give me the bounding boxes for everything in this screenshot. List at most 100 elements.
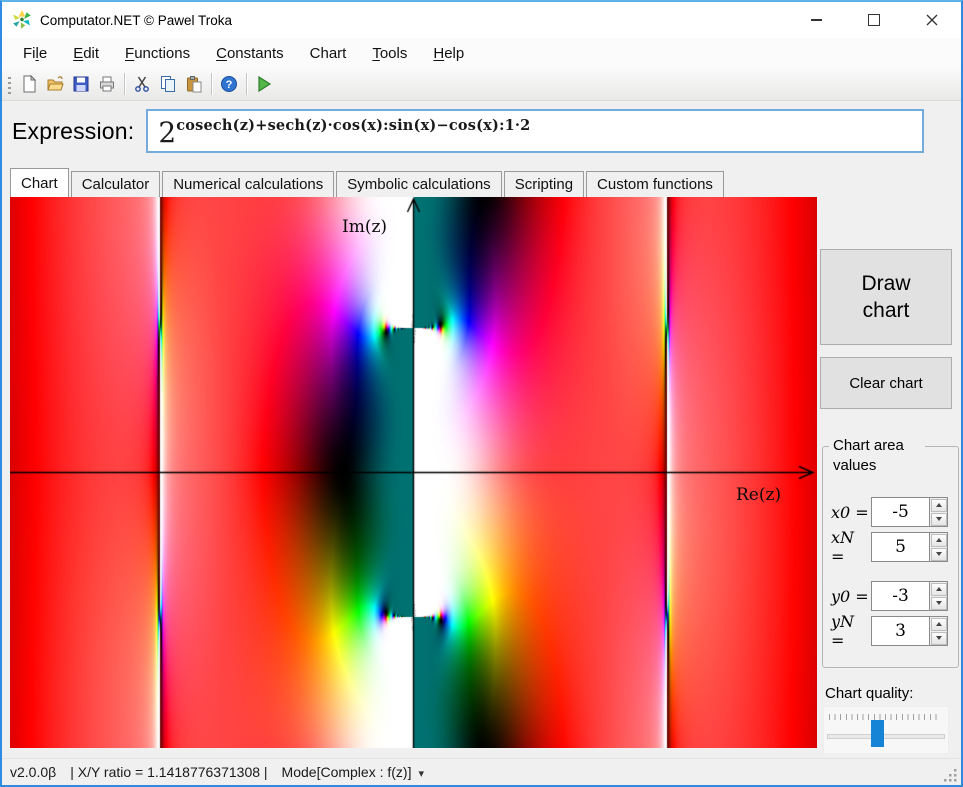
window-title: Computator.NET © Pawel Troka: [40, 13, 232, 28]
close-icon: [926, 14, 938, 26]
x0-row: x0 =: [823, 497, 958, 527]
mode-label: Mode[Complex : f(z)]: [282, 764, 412, 780]
chart-quality-label: Chart quality:: [825, 685, 913, 702]
paste-icon: [185, 75, 203, 93]
spin-down-button[interactable]: [931, 548, 947, 561]
help-icon: ?: [220, 75, 238, 93]
tab-chart[interactable]: Chart: [10, 168, 69, 197]
down-arrow-icon: [936, 552, 942, 556]
toolbar-separator: [246, 73, 247, 95]
menu-help[interactable]: Help: [420, 41, 477, 66]
minimize-icon: [811, 19, 822, 21]
app-icon: [12, 10, 32, 30]
copy-button[interactable]: [155, 71, 181, 97]
expression-label: Expression:: [12, 118, 134, 145]
new-file-icon: [20, 75, 38, 93]
y0-input[interactable]: [871, 581, 929, 611]
minimize-button[interactable]: [787, 2, 845, 38]
save-icon: [72, 75, 90, 93]
spin-up-button[interactable]: [931, 534, 947, 547]
mode-dropdown[interactable]: Mode[Complex : f(z)] ▾: [282, 764, 424, 780]
app-window: Computator.NET © Pawel Troka File Edit F…: [0, 0, 963, 787]
new-file-button[interactable]: [16, 71, 42, 97]
expression-row: Expression: 2 cosech(z)+sech(z)·cos(x):s…: [2, 101, 961, 161]
toolbar: ?: [2, 68, 961, 101]
imaginary-axis-label: Im(z): [342, 217, 387, 237]
clear-chart-button[interactable]: Clear chart: [820, 357, 952, 409]
x0-input[interactable]: [871, 497, 929, 527]
spin-up-button[interactable]: [931, 618, 947, 631]
toolbar-separator: [211, 73, 212, 95]
resize-grip[interactable]: [944, 769, 958, 783]
chart-area-values-title: Chart area values: [829, 436, 925, 475]
paste-button[interactable]: [181, 71, 207, 97]
maximize-icon: [868, 14, 880, 26]
version-label: v2.0.0β: [10, 764, 56, 780]
real-axis-label: Re(z): [736, 485, 781, 505]
chart-side-panel: Draw chart Clear chart Chart area values…: [817, 197, 963, 758]
chart-quality-slider[interactable]: [823, 706, 949, 754]
open-file-button[interactable]: [42, 71, 68, 97]
slider-thumb[interactable]: [871, 720, 884, 747]
xN-label: xN =: [831, 528, 871, 566]
up-arrow-icon: [936, 622, 942, 626]
tab-symbolic-calculations[interactable]: Symbolic calculations: [336, 171, 501, 197]
toolbar-separator: [124, 73, 125, 95]
run-button[interactable]: [251, 71, 277, 97]
spin-down-button[interactable]: [931, 632, 947, 645]
up-arrow-icon: [936, 587, 942, 591]
close-button[interactable]: [903, 2, 961, 38]
save-button[interactable]: [68, 71, 94, 97]
toolbar-grip[interactable]: [8, 74, 11, 94]
y0-label: y0 =: [831, 587, 871, 606]
menu-constants[interactable]: Constants: [203, 41, 297, 66]
yN-row: yN =: [823, 616, 958, 646]
menu-edit[interactable]: Edit: [60, 41, 112, 66]
menu-tools[interactable]: Tools: [359, 41, 420, 66]
slider-ticks: [829, 714, 941, 720]
menu-bar: File Edit Functions Constants Chart Tool…: [2, 38, 961, 68]
chart-page: Im(z) Re(z) Draw chart Clear chart Chart…: [2, 197, 961, 758]
xN-input[interactable]: [871, 532, 929, 562]
maximize-button[interactable]: [845, 2, 903, 38]
xy-ratio-label: | X/Y ratio = 1.1418776371308 |: [70, 764, 267, 780]
open-file-icon: [46, 75, 64, 93]
menu-chart[interactable]: Chart: [297, 41, 360, 66]
cut-button[interactable]: [129, 71, 155, 97]
expression-superscript: cosech(z)+sech(z)·cos(x):sin(x)−cos(x):1…: [176, 117, 530, 134]
down-arrow-icon: [936, 601, 942, 605]
spin-up-button[interactable]: [931, 583, 947, 596]
svg-text:?: ?: [226, 79, 233, 91]
complex-plot-canvas[interactable]: [10, 197, 817, 748]
menu-functions[interactable]: Functions: [112, 41, 203, 66]
title-bar: Computator.NET © Pawel Troka: [2, 2, 961, 38]
expression-base: 2: [158, 113, 176, 153]
down-arrow-icon: [936, 517, 942, 521]
print-button[interactable]: [94, 71, 120, 97]
help-button[interactable]: ?: [216, 71, 242, 97]
down-arrow-icon: [936, 636, 942, 640]
yN-input[interactable]: [871, 616, 929, 646]
spin-down-button[interactable]: [931, 597, 947, 610]
expression-input[interactable]: 2 cosech(z)+sech(z)·cos(x):sin(x)−cos(x)…: [146, 109, 924, 153]
status-bar: v2.0.0β | X/Y ratio = 1.1418776371308 | …: [2, 758, 961, 785]
up-arrow-icon: [936, 503, 942, 507]
chart-area-values-group: Chart area values x0 = xN =: [822, 446, 959, 668]
y0-row: y0 =: [823, 581, 958, 611]
tab-numerical-calculations[interactable]: Numerical calculations: [162, 171, 334, 197]
spacer: [2, 161, 961, 168]
y0-spinner: [929, 581, 948, 611]
tab-custom-functions[interactable]: Custom functions: [586, 171, 724, 197]
slider-track[interactable]: [827, 734, 945, 739]
spin-up-button[interactable]: [931, 499, 947, 512]
spin-down-button[interactable]: [931, 513, 947, 526]
xN-row: xN =: [823, 532, 958, 562]
menu-file[interactable]: File: [10, 41, 60, 66]
draw-chart-button[interactable]: Draw chart: [820, 249, 952, 345]
tab-scripting[interactable]: Scripting: [504, 171, 584, 197]
tab-calculator[interactable]: Calculator: [71, 171, 161, 197]
xN-spinner: [929, 532, 948, 562]
yN-label: yN =: [831, 612, 871, 650]
x0-label: x0 =: [831, 503, 871, 522]
run-icon: [254, 74, 274, 94]
